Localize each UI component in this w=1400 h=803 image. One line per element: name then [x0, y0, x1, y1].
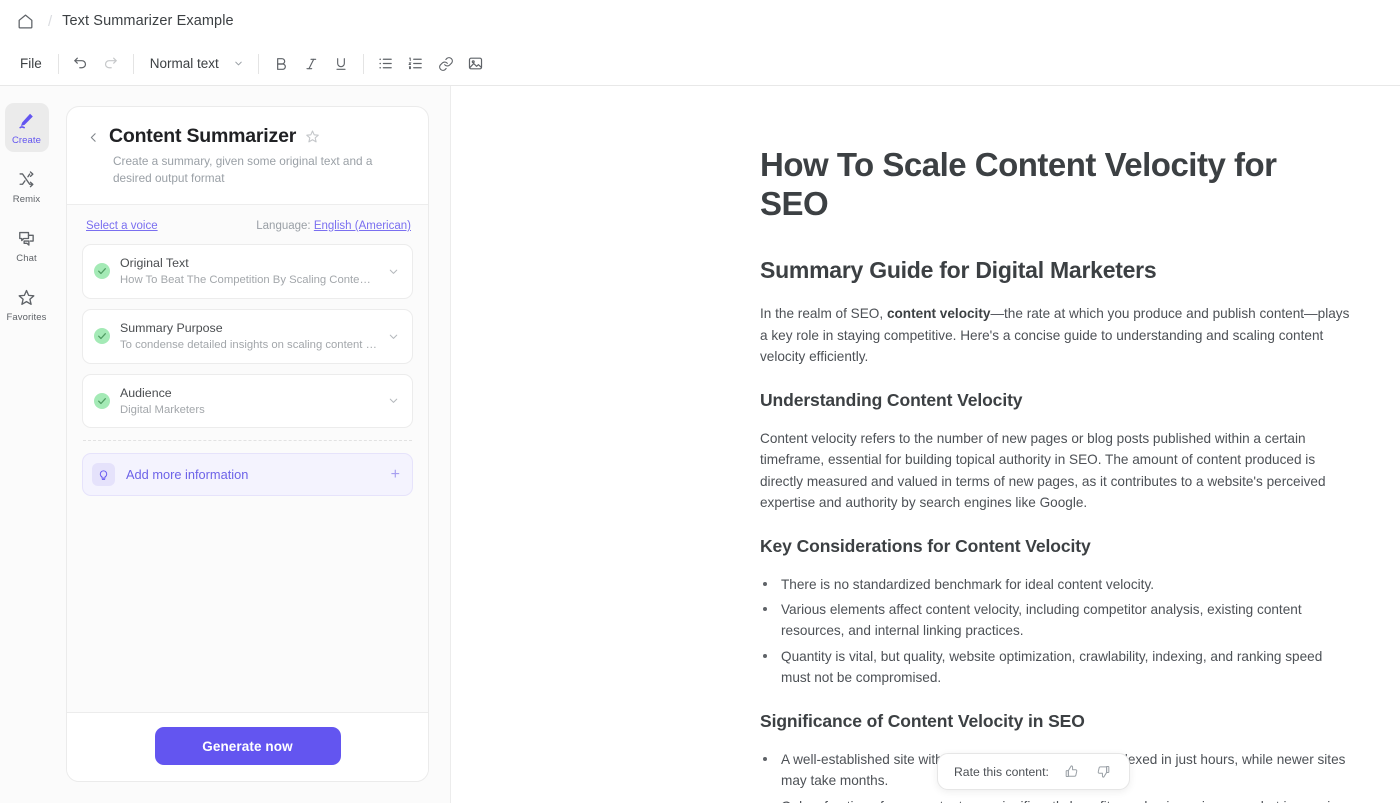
- chevron-down-icon[interactable]: [387, 394, 400, 407]
- link-icon[interactable]: [432, 50, 460, 78]
- lightbulb-icon: [92, 463, 115, 487]
- breadcrumb-separator: /: [48, 12, 53, 30]
- sidebar-item-create[interactable]: Create: [4, 103, 49, 152]
- tool-panel-column: Content Summarizer Create a summary, giv…: [53, 86, 451, 803]
- toolbar-divider: [57, 53, 59, 74]
- doc-subtitle: Summary Guide for Digital Marketers: [760, 256, 1157, 283]
- doc-section1-body: Content velocity refers to the number of…: [760, 430, 1326, 511]
- bold-button[interactable]: [267, 50, 295, 78]
- sidebar-item-chat[interactable]: Chat: [5, 221, 49, 270]
- chevron-down-icon[interactable]: [387, 330, 400, 343]
- field-label: Audience: [120, 385, 172, 400]
- language-value[interactable]: English (American): [314, 220, 411, 232]
- breadcrumb: / Text Summarizer Example: [0, 0, 1400, 42]
- list-item: There is no standardized benchmark for i…: [760, 574, 1350, 595]
- text-style-value: Normal text: [149, 56, 219, 71]
- voice-language-row: Select a voice Language: English (Americ…: [82, 220, 413, 244]
- field-summary-purpose[interactable]: Summary Purpose To condense detailed ins…: [82, 308, 413, 364]
- thumbs-up-icon[interactable]: [1062, 762, 1081, 781]
- card-header: Content Summarizer Create a summary, giv…: [67, 107, 428, 205]
- image-icon[interactable]: [462, 50, 490, 78]
- generate-now-button[interactable]: Generate now: [154, 727, 341, 765]
- editor-toolbar: File Normal text: [0, 42, 1400, 85]
- underline-button[interactable]: [327, 50, 355, 78]
- plus-icon[interactable]: +: [391, 466, 400, 483]
- list-item: Various elements affect content velocity…: [760, 599, 1350, 642]
- card-footer: Generate now: [67, 712, 428, 781]
- doc-section2-heading: Key Considerations for Content Velocity: [760, 535, 1091, 556]
- card-subtitle: Create a summary, given some original te…: [113, 154, 373, 186]
- language-label: Language:: [256, 219, 311, 232]
- content-summarizer-card: Content Summarizer Create a summary, giv…: [66, 106, 429, 782]
- intro-text-before: In the realm of SEO,: [760, 306, 887, 322]
- pen-icon: [17, 110, 36, 131]
- left-rail: Create Remix Chat Favorites: [0, 86, 53, 803]
- field-label: Summary Purpose: [120, 320, 223, 335]
- page-title: Text Summarizer Example: [62, 13, 234, 29]
- numbered-list-icon[interactable]: [402, 50, 430, 78]
- add-more-information-button[interactable]: Add more information +: [82, 453, 413, 497]
- rate-label: Rate this content:: [954, 764, 1049, 779]
- top-bar: / Text Summarizer Example File Normal te…: [0, 0, 1400, 86]
- check-icon: [94, 392, 110, 409]
- list-item: Only a fraction of your content may sign…: [760, 796, 1350, 803]
- undo-icon[interactable]: [67, 50, 95, 78]
- thumbs-down-icon[interactable]: [1094, 762, 1113, 781]
- card-title: Content Summarizer: [109, 125, 297, 147]
- language-selector[interactable]: Language: English (American): [256, 220, 411, 232]
- sidebar-item-label: Remix: [12, 194, 41, 205]
- star-outline-icon[interactable]: [305, 129, 320, 144]
- redo-icon[interactable]: [97, 50, 125, 78]
- doc-section2-list: There is no standardized benchmark for i…: [760, 574, 1350, 689]
- check-icon: [94, 328, 110, 345]
- field-audience[interactable]: Audience Digital Marketers: [82, 373, 413, 429]
- document-area[interactable]: How To Scale Content Velocity for SEO Su…: [451, 86, 1400, 803]
- shuffle-icon: [17, 169, 36, 190]
- select-a-voice-link[interactable]: Select a voice: [86, 220, 158, 232]
- field-value: To condense detailed insights on scaling…: [120, 338, 377, 351]
- home-icon[interactable]: [12, 8, 38, 34]
- doc-title: How To Scale Content Velocity for SEO: [760, 146, 1277, 222]
- sidebar-item-remix[interactable]: Remix: [5, 162, 49, 211]
- sidebar-item-label: Favorites: [6, 312, 47, 323]
- card-body: Select a voice Language: English (Americ…: [67, 204, 428, 712]
- doc-section1-heading: Understanding Content Velocity: [760, 389, 1023, 410]
- chevron-down-icon: [233, 58, 244, 69]
- document-content: How To Scale Content Velocity for SEO Su…: [451, 86, 1400, 803]
- toolbar-divider: [362, 53, 364, 74]
- doc-section3-heading: Significance of Content Velocity in SEO: [760, 710, 1085, 731]
- add-more-label: Add more information: [126, 467, 249, 483]
- sidebar-item-label: Create: [11, 135, 42, 146]
- star-icon: [17, 287, 36, 308]
- chevron-down-icon[interactable]: [387, 265, 400, 278]
- rate-this-content-popup: Rate this content:: [937, 753, 1130, 790]
- section-divider: [83, 440, 412, 442]
- text-style-dropdown[interactable]: Normal text: [142, 52, 250, 75]
- sidebar-item-label: Chat: [16, 253, 37, 264]
- check-icon: [94, 263, 110, 280]
- intro-bold-term: content velocity: [886, 306, 991, 322]
- app-body: Create Remix Chat Favorites Content Summ…: [0, 86, 1400, 803]
- chevron-left-icon[interactable]: [87, 131, 100, 144]
- field-value: How To Beat The Competition By Scaling C…: [120, 273, 377, 286]
- field-original-text[interactable]: Original Text How To Beat The Competitio…: [82, 243, 413, 299]
- doc-intro-paragraph: In the realm of SEO, content velocity—th…: [760, 303, 1350, 367]
- chat-bubbles-icon: [17, 228, 36, 249]
- toolbar-divider: [257, 53, 259, 74]
- file-menu-button[interactable]: File: [12, 52, 50, 75]
- field-label: Original Text: [120, 255, 189, 270]
- list-item: Quantity is vital, but quality, website …: [760, 646, 1350, 689]
- sidebar-item-favorites[interactable]: Favorites: [5, 280, 49, 329]
- italic-button[interactable]: [297, 50, 325, 78]
- field-value: Digital Marketers: [120, 403, 205, 416]
- bulleted-list-icon[interactable]: [372, 50, 400, 78]
- toolbar-divider: [132, 53, 134, 74]
